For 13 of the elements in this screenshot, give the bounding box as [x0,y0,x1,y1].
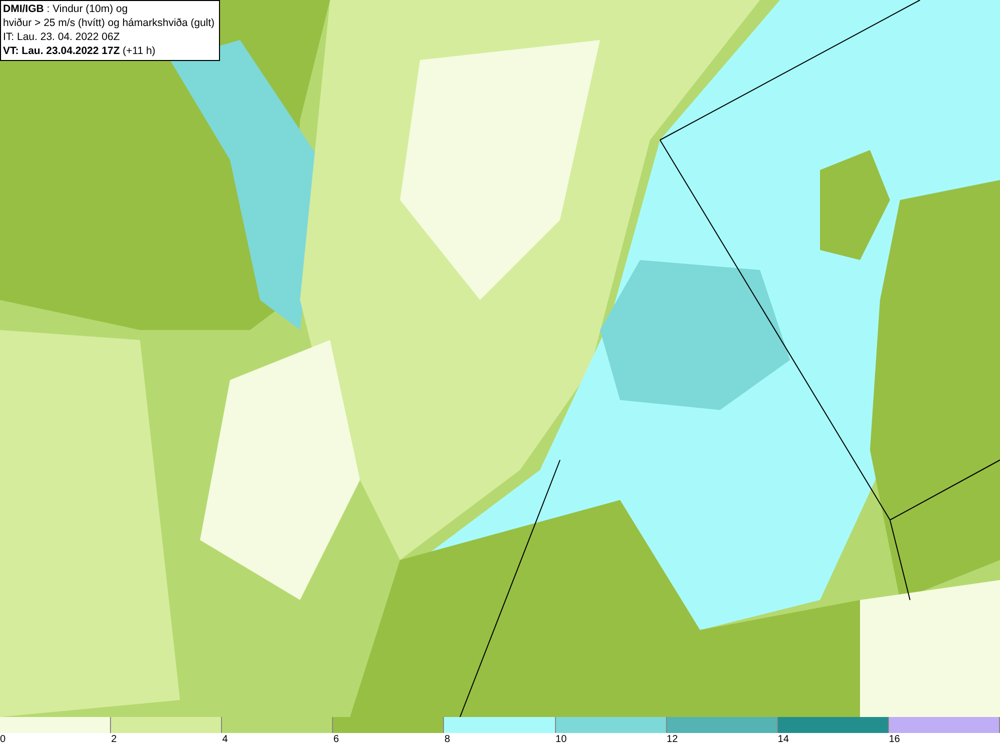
legend-tick-label: 10 [556,733,567,747]
legend-tick-label: 2 [111,733,117,747]
title-line: DMI/IGB : Vindur (10m) og [3,2,129,16]
legend-tick-label: 6 [333,733,339,747]
legend-tick-label: 4 [222,733,228,747]
title-line: IT: Lau. 23. 04. 2022 06Z [3,30,121,44]
legend-tick-label: 8 [444,733,450,747]
legend-tick-label: 0 [0,733,6,747]
legend-tick-label: 14 [778,733,789,747]
title-line: VT: Lau. 23.04.2022 17Z (+11 h) [3,44,156,58]
title-line: hviður > 25 m/s (hvítt) og hámarkshviða (gult) [3,16,215,30]
legend-tick-label: 16 [888,733,900,747]
legend-tick-label: 12 [666,733,678,747]
